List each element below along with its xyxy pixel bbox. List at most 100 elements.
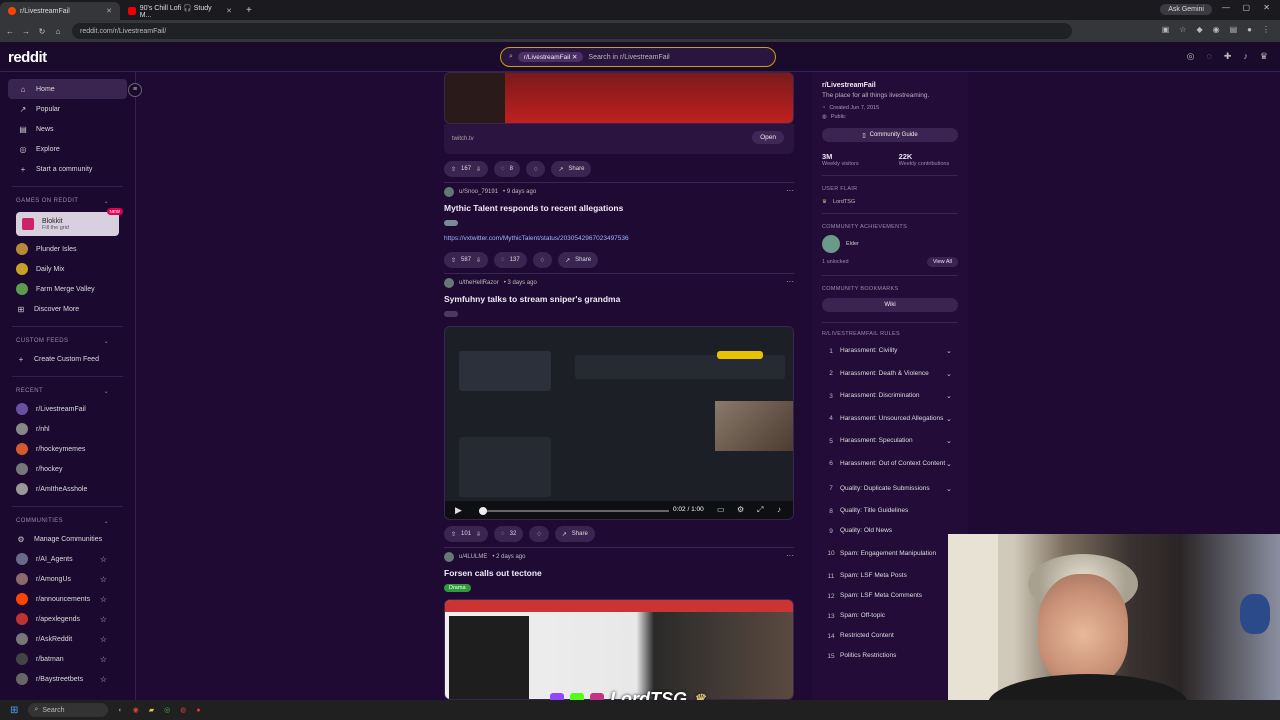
- chevron-down-icon[interactable]: ⌄: [946, 485, 958, 493]
- window-close-icon[interactable]: ✕: [1263, 3, 1270, 12]
- post-title[interactable]: Symfuhny talks to stream sniper's grandm…: [444, 294, 620, 304]
- chevron-down-icon[interactable]: ⌄: [946, 415, 958, 423]
- rule-item[interactable]: 1 Harassment: Civility ⌄: [822, 341, 958, 361]
- downvote-icon[interactable]: ⇩: [476, 166, 481, 173]
- manage-communities[interactable]: ⚙ Manage Communities: [0, 529, 135, 549]
- achievement-elder[interactable]: Elder: [822, 235, 958, 253]
- rule-item[interactable]: 14 Restricted Content: [822, 626, 958, 646]
- home-icon[interactable]: ⌂: [52, 27, 64, 36]
- recent-hockey[interactable]: r/hockey: [0, 459, 135, 479]
- rule-item[interactable]: 4 Harassment: Unsourced Allegations ⌄: [822, 406, 958, 431]
- close-icon[interactable]: ✕: [226, 7, 232, 15]
- recent-heading[interactable]: RECENT ⌄: [0, 383, 135, 399]
- author-name[interactable]: u/Snoo_79191: [459, 189, 498, 195]
- downvote-icon[interactable]: ⇩: [476, 257, 481, 264]
- custom-feeds-heading[interactable]: CUSTOM FEEDS ⌄: [0, 333, 135, 349]
- comments-button[interactable]: ◌ 32: [494, 526, 524, 542]
- rule-item[interactable]: 7 Quality: Duplicate Submissions ⌄: [822, 476, 958, 501]
- rule-item[interactable]: 11 Spam: LSF Meta Posts: [822, 566, 958, 586]
- community-guide-button[interactable]: ▯ Community Guide: [822, 128, 958, 142]
- post-flair[interactable]: [444, 311, 458, 317]
- folder-icon[interactable]: ▰: [149, 706, 154, 714]
- chevron-down-icon[interactable]: ⌄: [946, 370, 958, 378]
- taskbar-app-icon[interactable]: ●: [196, 707, 200, 714]
- upvote-icon[interactable]: ⇧: [451, 166, 456, 173]
- rule-item[interactable]: 15 Politics Restrictions: [822, 646, 958, 666]
- game-blokkit[interactable]: Blokkit Fill the grid NEW: [16, 208, 123, 236]
- video-scrubber[interactable]: [479, 507, 487, 515]
- chevron-down-icon[interactable]: ⌄: [946, 392, 958, 400]
- taskbar-search[interactable]: ⌕ Search: [28, 703, 109, 717]
- view-all-button[interactable]: View All: [926, 257, 958, 267]
- taskbar-app-icon[interactable]: ◐: [118, 707, 122, 714]
- post-video-player[interactable]: ▶ 0:02 / 1:00 ▭ ⚙ ⤢ ♪: [444, 326, 794, 520]
- fullscreen-icon[interactable]: ⤢: [757, 505, 763, 515]
- award-button[interactable]: ♢: [529, 526, 549, 542]
- more-options-icon[interactable]: ···: [786, 186, 794, 195]
- taskbar-app-icon[interactable]: ◍: [180, 706, 186, 714]
- star-icon[interactable]: ☆: [100, 595, 107, 604]
- recent-nhl[interactable]: r/nhl: [0, 419, 135, 439]
- extension-icon[interactable]: ◉: [1213, 25, 1220, 34]
- rule-item[interactable]: 13 Spam: Off-topic: [822, 606, 958, 626]
- rule-item[interactable]: 2 Harassment: Death & Violence ⌄: [822, 361, 958, 386]
- browser-tab-livestreamfail[interactable]: r/LivestreamFail ✕: [0, 2, 120, 20]
- extension-icon[interactable]: ▤: [1230, 25, 1238, 34]
- user-flair[interactable]: ♛ LordTSG: [822, 199, 958, 205]
- wiki-button[interactable]: Wiki: [822, 298, 958, 312]
- community-baystreetbets[interactable]: r/Baystreetbets ☆: [0, 669, 135, 689]
- rule-item[interactable]: 8 Quality: Title Guidelines: [822, 501, 958, 521]
- recent-hockeymemes[interactable]: r/hockeymemes: [0, 439, 135, 459]
- bookmark-star-icon[interactable]: ☆: [1179, 25, 1186, 34]
- profile-icon[interactable]: ●: [1247, 25, 1252, 34]
- link-preview-bar[interactable]: twitch.tv Open: [444, 124, 794, 154]
- rule-item[interactable]: 5 Harassment: Speculation ⌄: [822, 431, 958, 451]
- chevron-down-icon[interactable]: ⌄: [946, 460, 958, 468]
- community-apexlegends[interactable]: r/apexlegends ☆: [0, 609, 135, 629]
- comments-button[interactable]: ◌ 8: [494, 161, 520, 177]
- more-options-icon[interactable]: ···: [786, 551, 794, 560]
- star-icon[interactable]: ☆: [100, 555, 107, 564]
- rule-item[interactable]: 12 Spam: LSF Meta Comments: [822, 586, 958, 606]
- sidebar-item-home[interactable]: ⌂ Home: [8, 79, 127, 99]
- share-button[interactable]: ↗ Share: [551, 161, 592, 177]
- sidebar-item-start-community[interactable]: + Start a community: [0, 159, 135, 179]
- windows-start-icon[interactable]: ⊞: [10, 705, 18, 716]
- recent-livestreamfail[interactable]: r/LivestreamFail: [0, 399, 135, 419]
- user-avatar[interactable]: ♛: [1260, 51, 1268, 62]
- search-subreddit-chip[interactable]: r/LivestreamFail ✕: [517, 52, 584, 62]
- community-amongus[interactable]: r/AmongUs ☆: [0, 569, 135, 589]
- collapse-sidebar-icon[interactable]: ≡: [128, 83, 142, 97]
- community-announcements[interactable]: r/announcements ☆: [0, 589, 135, 609]
- post-media-forsen[interactable]: [444, 599, 794, 700]
- captions-icon[interactable]: ▭: [717, 505, 725, 514]
- chevron-down-icon[interactable]: ⌄: [946, 347, 958, 355]
- communities-heading[interactable]: COMMUNITIES ⌄: [0, 513, 135, 529]
- game-discover-more[interactable]: ⊞ Discover More: [0, 299, 135, 319]
- game-farm-merge-valley[interactable]: Farm Merge Valley: [0, 279, 135, 299]
- author-avatar[interactable]: [444, 552, 454, 562]
- community-askreddit[interactable]: r/AskReddit ☆: [0, 629, 135, 649]
- author-name[interactable]: u/4LULME: [459, 554, 487, 560]
- post-link[interactable]: https://vxtwitter.com/MythicTalent/statu…: [444, 235, 629, 242]
- forward-icon[interactable]: →: [20, 27, 32, 36]
- vote-button[interactable]: ⇧ 167 ⇩: [444, 161, 489, 177]
- rule-item[interactable]: 9 Quality: Old News: [822, 521, 958, 541]
- reload-icon[interactable]: ↻: [36, 27, 48, 36]
- reddit-logo[interactable]: reddit: [8, 49, 47, 66]
- maximize-icon[interactable]: ▢: [1242, 3, 1250, 12]
- chat-icon[interactable]: ◌: [1207, 51, 1212, 62]
- community-name[interactable]: r/LivestreamFail: [822, 82, 958, 89]
- star-icon[interactable]: ☆: [100, 575, 107, 584]
- sidebar-item-explore[interactable]: ◎ Explore: [0, 139, 135, 159]
- create-post-icon[interactable]: ✚: [1224, 51, 1232, 62]
- author-avatar[interactable]: [444, 278, 454, 288]
- star-icon[interactable]: ☆: [100, 615, 107, 624]
- author-avatar[interactable]: [444, 187, 454, 197]
- community-batman[interactable]: r/batman ☆: [0, 649, 135, 669]
- chrome-icon[interactable]: ◎: [164, 706, 170, 714]
- star-icon[interactable]: ☆: [100, 635, 107, 644]
- rule-item[interactable]: 10 Spam: Engagement Manipulation: [822, 541, 958, 566]
- rule-item[interactable]: 3 Harassment: Discrimination ⌄: [822, 386, 958, 406]
- downvote-icon[interactable]: ⇩: [476, 531, 481, 538]
